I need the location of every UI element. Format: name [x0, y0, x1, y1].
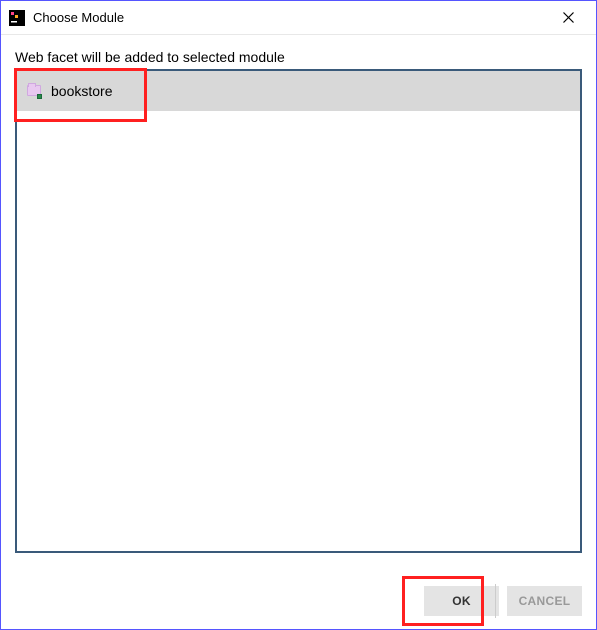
dialog-content: Web facet will be added to selected modu… — [1, 35, 596, 553]
button-divider — [495, 584, 496, 618]
close-button[interactable] — [548, 3, 588, 33]
module-list-item[interactable]: bookstore — [17, 71, 580, 111]
choose-module-dialog: Choose Module Web facet will be added to… — [0, 0, 597, 630]
module-label: bookstore — [51, 83, 112, 99]
app-icon — [9, 10, 25, 26]
description-text: Web facet will be added to selected modu… — [15, 49, 582, 65]
button-bar: OK CANCEL — [410, 573, 596, 629]
ok-button[interactable]: OK — [424, 586, 499, 616]
dialog-title: Choose Module — [33, 10, 548, 25]
cancel-button[interactable]: CANCEL — [507, 586, 582, 616]
module-icon — [27, 83, 43, 99]
titlebar: Choose Module — [1, 1, 596, 35]
module-list[interactable]: bookstore — [15, 69, 582, 553]
